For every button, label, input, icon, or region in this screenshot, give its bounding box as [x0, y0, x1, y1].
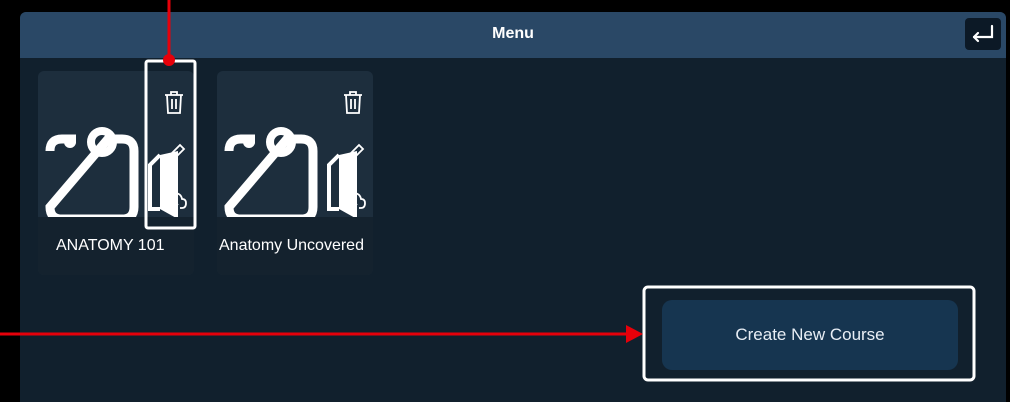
course-name: Anatomy Uncovered — [217, 217, 373, 275]
edit-course-button[interactable] — [339, 141, 367, 174]
menu-header: Menu — [20, 12, 1006, 58]
cloud-upload-icon — [161, 192, 187, 213]
upload-course-button[interactable] — [339, 189, 367, 220]
return-icon — [972, 24, 994, 43]
create-new-course-button[interactable]: Create New Course — [662, 300, 958, 370]
course-card[interactable]: Anatomy Uncovered — [217, 71, 373, 275]
delete-course-button[interactable] — [341, 89, 365, 120]
edit-course-button[interactable] — [160, 141, 188, 174]
cloud-upload-icon — [340, 192, 366, 213]
trash-icon — [344, 91, 362, 114]
trash-icon — [165, 91, 183, 114]
delete-course-button[interactable] — [162, 89, 186, 120]
page-title: Menu — [492, 25, 534, 42]
return-button[interactable] — [965, 18, 1001, 50]
upload-course-button[interactable] — [160, 189, 188, 220]
course-card[interactable]: ANATOMY 101 — [38, 71, 194, 275]
pencil-icon — [342, 143, 365, 166]
pencil-icon — [163, 143, 186, 166]
menu-panel: Menu ANATOMY 101 Anatomy Uncovered Creat… — [20, 12, 1006, 402]
course-name: ANATOMY 101 — [38, 217, 194, 275]
